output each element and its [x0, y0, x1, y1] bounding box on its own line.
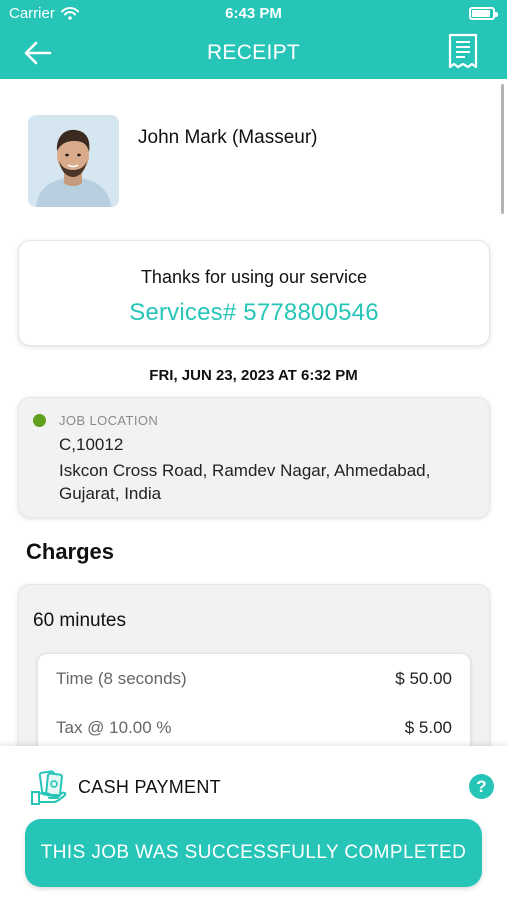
battery-icon: [469, 7, 498, 20]
charge-duration: 60 minutes: [33, 610, 126, 631]
charge-amount: $ 50.00: [395, 669, 452, 688]
charge-label: Tax @ 10.00 %: [56, 718, 172, 737]
payment-footer: CASH PAYMENT ? THIS JOB WAS SUCCESSFULLY…: [0, 746, 507, 900]
payment-method-label: CASH PAYMENT: [78, 777, 221, 797]
job-completed-button[interactable]: THIS JOB WAS SUCCESSFULLY COMPLETED: [25, 819, 482, 887]
app-header: Carrier 6:43 PM RECEIPT: [0, 0, 507, 79]
service-number: Services# 5778800546: [129, 299, 379, 326]
service-summary-card: Thanks for using our service Services# 5…: [18, 240, 490, 346]
location-dot-icon: [33, 414, 46, 427]
charge-label: Time (8 seconds): [56, 669, 187, 688]
job-date-time: FRI, JUN 23, 2023 AT 6:32 PM: [149, 367, 358, 384]
location-address-line2: Iskcon Cross Road, Ramdev Nagar, Ahmedab…: [59, 461, 431, 503]
scroll-indicator[interactable]: [501, 84, 504, 214]
receipt-icon[interactable]: [447, 33, 479, 71]
charge-row: Time (8 seconds) $ 50.00: [56, 669, 452, 693]
charge-amount: $ 5.00: [404, 718, 452, 737]
nav-bar: RECEIPT: [0, 28, 507, 79]
avatar-photo: [28, 115, 119, 207]
thanks-message: Thanks for using our service: [140, 267, 368, 287]
location-label: JOB LOCATION: [59, 413, 159, 428]
provider-name: John Mark (Masseur): [138, 127, 318, 148]
charge-row: Tax @ 10.00 % $ 5.00: [56, 718, 452, 742]
charges-heading: Charges: [26, 539, 115, 564]
status-time: 6:43 PM: [225, 5, 282, 22]
cash-payment-icon: [31, 770, 67, 805]
help-icon[interactable]: ?: [469, 774, 494, 799]
page-title: RECEIPT: [206, 41, 301, 64]
location-address-line1: C,10012: [59, 435, 124, 454]
provider-avatar: [28, 115, 119, 207]
job-location-card: JOB LOCATION C,10012 Iskcon Cross Road, …: [18, 397, 490, 518]
status-bar: Carrier 6:43 PM: [0, 0, 507, 28]
